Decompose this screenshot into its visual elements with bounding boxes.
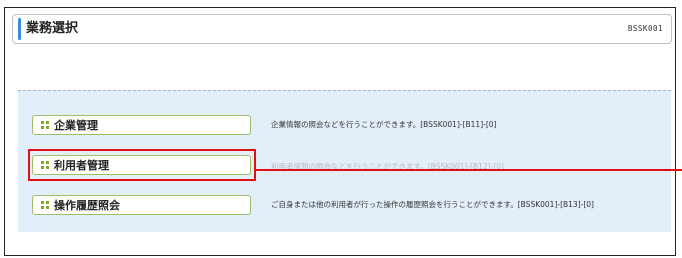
button-label: 操作履歴照会 — [54, 199, 120, 212]
menu-description: ご自身または他の利用者が行った操作の履歴照会を行うことができます。[BSSK00… — [271, 200, 594, 209]
grid-dots-icon — [41, 161, 49, 169]
operation-history-button[interactable]: 操作履歴照会 — [32, 195, 251, 215]
page-title: 業務選択 — [26, 21, 79, 36]
menu-panel: 企業管理 企業情報の照会などを行うことができます。[BSSK001]-[B11]… — [18, 90, 671, 232]
user-management-button[interactable]: 利用者管理 — [32, 155, 251, 175]
page-header: 業務選択 BSSK001 — [12, 14, 672, 44]
button-label: 利用者管理 — [54, 159, 109, 172]
grid-dots-icon — [41, 121, 49, 129]
corporate-management-button[interactable]: 企業管理 — [32, 115, 251, 135]
title-accent-bar — [18, 18, 21, 40]
screen-id: BSSK001 — [627, 24, 663, 33]
menu-description: 利用者情報の照会などを行うことができます。[BSSK001]-[B12]-[0] — [271, 162, 504, 171]
button-label: 企業管理 — [54, 119, 98, 132]
grid-dots-icon — [41, 201, 49, 209]
menu-description: 企業情報の照会などを行うことができます。[BSSK001]-[B11]-[0] — [271, 120, 497, 129]
